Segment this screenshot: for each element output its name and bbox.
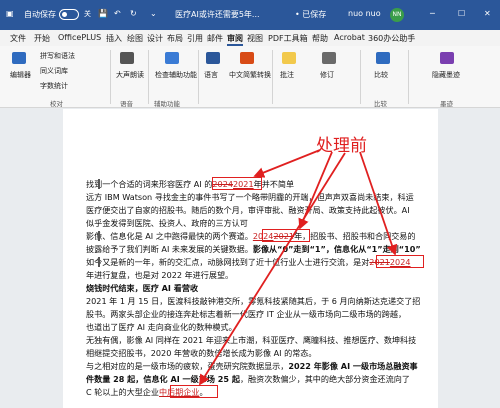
arrow bbox=[199, 152, 346, 386]
arrow bbox=[253, 149, 321, 178]
arrow bbox=[359, 151, 398, 256]
annotation-arrows bbox=[199, 149, 398, 386]
